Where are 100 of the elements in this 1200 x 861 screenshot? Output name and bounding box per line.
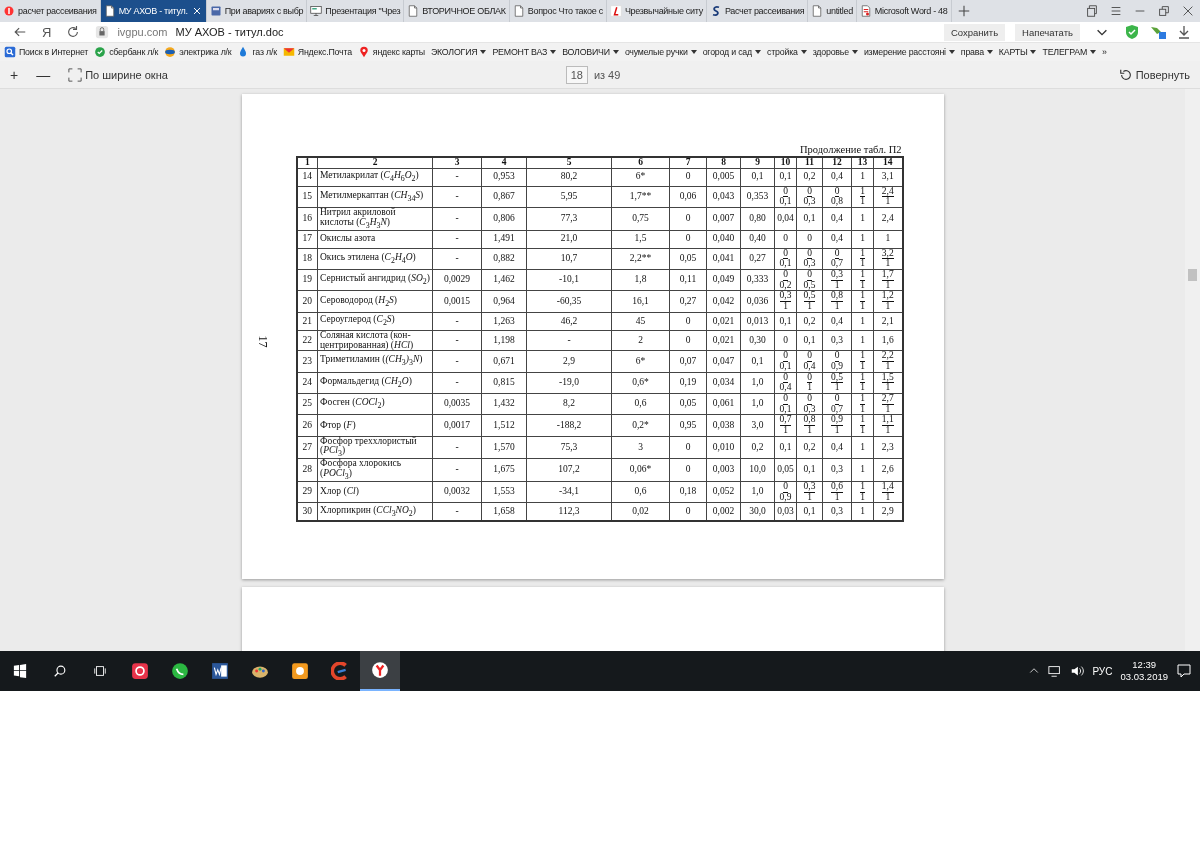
- more-bookmarks[interactable]: »: [1102, 47, 1107, 57]
- table-cell: 0,30: [740, 330, 775, 351]
- extension-icon[interactable]: [1150, 24, 1166, 40]
- table-cell: 1,0: [740, 481, 775, 503]
- table-cell: 0,8 1: [796, 414, 823, 437]
- table-cell: 0,4: [822, 436, 852, 459]
- table-cell: -: [432, 436, 482, 459]
- browser-logo[interactable]: Я: [42, 24, 52, 40]
- zoom-in-button[interactable]: +: [10, 66, 19, 83]
- table-caption: Продолжение табл. П2: [798, 144, 902, 155]
- table-cell: 77,3: [526, 207, 612, 231]
- bookmark-folder[interactable]: КАРТЫ: [998, 47, 1037, 57]
- bookmark-folder[interactable]: измерение расстояні: [863, 47, 955, 57]
- table-cell: 6*: [611, 350, 670, 373]
- bookmark-folder[interactable]: ЭКОЛОГИЯ: [430, 47, 487, 57]
- table-cell: 0,041: [706, 248, 741, 270]
- bookmark-folder[interactable]: ТЕЛЕГРАМ: [1042, 47, 1096, 57]
- language-indicator[interactable]: РУС: [1092, 665, 1113, 677]
- rotate-button[interactable]: Повернуть: [1118, 67, 1190, 82]
- document-icon: [512, 5, 525, 17]
- bookmark-folder[interactable]: огород и сад: [702, 47, 761, 57]
- close-icon: [1181, 4, 1195, 18]
- table-cell: 1,8: [611, 269, 670, 291]
- table-cell: -: [432, 458, 482, 482]
- table-cell: 0,049: [706, 269, 741, 291]
- speaker-icon[interactable]: [1070, 664, 1085, 678]
- table-cell: 0,3 1: [796, 481, 823, 503]
- table-cell: 0 1: [796, 372, 823, 394]
- table-cell: 0,6: [611, 481, 670, 503]
- table-header-cell: 2: [317, 157, 433, 169]
- table-cell: 45: [611, 312, 670, 331]
- table-cell: 0: [796, 230, 823, 249]
- table-cell: 8,2: [526, 393, 612, 415]
- bookmark-folder[interactable]: стройка: [767, 47, 807, 57]
- page-icon: [859, 5, 872, 17]
- table-cell: 0,6*: [611, 372, 670, 394]
- table-cell: 0: [669, 168, 707, 187]
- bookmark-link[interactable]: газ л/к: [237, 46, 277, 58]
- page-number-field[interactable]: 18: [565, 65, 588, 84]
- table-cell: 0,1: [774, 436, 797, 459]
- network-icon[interactable]: [1048, 664, 1063, 678]
- bookmark-folder[interactable]: РЕМОНТ ВАЗ: [492, 47, 557, 57]
- bookmark-link[interactable]: яндекс карты: [357, 46, 425, 58]
- bookmark-link[interactable]: электрика л/к: [164, 46, 232, 58]
- table-cell: 0 0,4: [796, 350, 823, 373]
- clock[interactable]: 12:39 03.03.2019: [1120, 658, 1168, 684]
- bookmark-link[interactable]: Яндекс.Почта: [282, 46, 352, 58]
- table-cell: 0,6: [611, 393, 670, 415]
- download-icon[interactable]: [1176, 24, 1192, 40]
- toolbar-button[interactable]: Напечатать: [1015, 23, 1080, 41]
- table-cell: 0,80: [740, 207, 775, 231]
- taskbar-app[interactable]: [360, 651, 400, 691]
- bookmark-folder[interactable]: права: [960, 47, 993, 57]
- scrollbar[interactable]: [1185, 89, 1200, 651]
- zoom-out-button[interactable]: —: [36, 66, 51, 83]
- table-cell: 0,867: [481, 186, 527, 208]
- table-cell: -: [432, 248, 482, 270]
- table-cell: 0,27: [740, 248, 775, 270]
- browser-tab[interactable]: МУ АХОВ - титул.: [100, 0, 207, 22]
- url-host[interactable]: ivgpu.com: [117, 26, 168, 38]
- table-cell: 0,3: [822, 458, 852, 482]
- table-cell: -: [432, 372, 482, 394]
- table-cell: 0,047: [706, 350, 741, 373]
- fit-width-button[interactable]: По ширине окна: [68, 67, 168, 82]
- table-cell: 2,9: [526, 350, 612, 373]
- slash-icon: [609, 5, 622, 17]
- table-header-cell: 4: [481, 157, 527, 169]
- table-cell: Сероводород (H$_{2}$S): [317, 290, 433, 313]
- table-cell: 10,0: [740, 458, 775, 482]
- menu-icon: [1109, 4, 1123, 18]
- bookmark-folder[interactable]: очумелые ручки: [624, 47, 697, 57]
- browser-icon: [371, 661, 389, 679]
- table-cell: 0,1: [774, 168, 797, 187]
- table-cell: 0,05: [669, 393, 707, 415]
- table-cell: 1: [851, 207, 874, 231]
- table-cell: 0,05: [774, 458, 797, 482]
- table-cell: 21,0: [526, 230, 612, 249]
- table-cell: 0,882: [481, 248, 527, 270]
- table-cell: 1 1: [851, 350, 874, 373]
- table-cell: 0,18: [669, 481, 707, 503]
- app-icon: [131, 662, 149, 680]
- shield-icon[interactable]: [1124, 24, 1140, 40]
- table-cell: 1: [851, 312, 874, 331]
- bookmark-link[interactable]: сбербанк л/к: [94, 46, 159, 58]
- bookmark-folder[interactable]: ВОЛОВИЧИ: [562, 47, 619, 57]
- table-cell: 29: [296, 481, 318, 503]
- table-cell: 1 1: [851, 186, 874, 208]
- table-cell: 0: [669, 230, 707, 249]
- table-cell: 0,95: [669, 414, 707, 437]
- table-cell: 0 0,5: [796, 269, 823, 291]
- notification-icon[interactable]: [1176, 663, 1192, 679]
- bookmark-link[interactable]: Поиск в Интернет: [4, 46, 89, 58]
- toolbar-button[interactable]: Сохранить: [943, 23, 1006, 41]
- table-cell: 10,7: [526, 248, 612, 270]
- table-cell: 1,675: [481, 458, 527, 482]
- table-cell: Формальдегид (CH$_{2}$O): [317, 372, 433, 394]
- bookmark-folder[interactable]: здоровье: [812, 47, 858, 57]
- table-cell: 0,040: [706, 230, 741, 249]
- table-cell: 0,0017: [432, 414, 482, 437]
- table-cell: 1,198: [481, 330, 527, 351]
